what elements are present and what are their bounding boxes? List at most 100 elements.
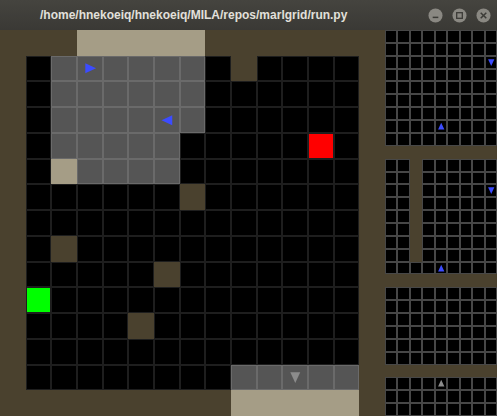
floor-cell [485, 172, 497, 185]
floor-cell [460, 223, 472, 236]
wall-cell [359, 107, 385, 133]
wall-cell [472, 274, 484, 287]
floor-cell [472, 326, 484, 339]
floor-cell [485, 262, 497, 275]
floor-cell [485, 107, 497, 120]
floor-cell [447, 30, 459, 43]
wall-cell [410, 146, 422, 159]
floor-cell [103, 339, 129, 365]
floor-cell [410, 107, 422, 120]
window-title: /home/hnekoeiq/hnekoeiq/MILA/repos/marlg… [40, 8, 428, 22]
wall-cell [359, 236, 385, 262]
floor-cell [397, 287, 409, 300]
wall-cell [410, 274, 422, 287]
floor-cell [422, 159, 434, 172]
wall-cell [154, 390, 180, 416]
floor-cell [385, 313, 397, 326]
wall-cell [460, 146, 472, 159]
lit-wall-cell [77, 30, 103, 56]
floor-cell [397, 30, 409, 43]
floor-cell [472, 339, 484, 352]
floor-cell [485, 287, 497, 300]
floor-cell [397, 81, 409, 94]
floor-cell [257, 339, 283, 365]
floor-cell [447, 262, 459, 275]
lit-wall-cell [308, 390, 334, 416]
wall-cell [359, 184, 385, 210]
wall-cell [180, 390, 206, 416]
wall-cell [359, 159, 385, 185]
floor-cell [257, 236, 283, 262]
wall-cell [397, 274, 409, 287]
floor-cell [447, 120, 459, 133]
wall-cell [334, 30, 360, 56]
floor-cell [128, 262, 154, 288]
floor-cell [472, 159, 484, 172]
floor-cell [472, 223, 484, 236]
floor-cell [460, 81, 472, 94]
lit-floor-cell [128, 56, 154, 82]
floor-cell [460, 313, 472, 326]
wall-cell [447, 365, 459, 378]
lit-floor-cell [154, 81, 180, 107]
floor-cell [410, 56, 422, 69]
floor-cell [26, 133, 52, 159]
floor-cell [397, 120, 409, 133]
floor-cell [460, 210, 472, 223]
lit-wall-cell [334, 390, 360, 416]
wall-cell [410, 197, 422, 210]
floor-cell [26, 184, 52, 210]
floor-cell [257, 159, 283, 185]
wall-cell [397, 146, 409, 159]
floor-cell [385, 184, 397, 197]
minimize-icon[interactable] [428, 8, 443, 23]
lit-floor-cell [128, 107, 154, 133]
floor-cell [485, 236, 497, 249]
floor-cell [231, 262, 257, 288]
floor-cell [435, 120, 447, 133]
floor-cell [485, 69, 497, 82]
floor-cell [472, 56, 484, 69]
wall-cell [257, 30, 283, 56]
wall-cell [128, 390, 154, 416]
floor-cell [422, 223, 434, 236]
lit-floor-cell [128, 133, 154, 159]
wall-cell [422, 146, 434, 159]
floor-cell [77, 365, 103, 391]
floor-cell [385, 159, 397, 172]
lit-floor-cell [103, 107, 129, 133]
floor-cell [472, 377, 484, 390]
wall-cell [0, 184, 26, 210]
floor-cell [472, 403, 484, 416]
wall-cell [359, 56, 385, 82]
floor-cell [397, 184, 409, 197]
wall-cell [435, 365, 447, 378]
lit-floor-cell [180, 56, 206, 82]
floor-cell [447, 339, 459, 352]
main-grid [0, 30, 385, 416]
lit-floor-cell [77, 107, 103, 133]
floor-cell [103, 210, 129, 236]
floor-cell [231, 184, 257, 210]
floor-cell [180, 159, 206, 185]
floor-cell [282, 210, 308, 236]
floor-cell [397, 390, 409, 403]
floor-cell [460, 172, 472, 185]
maximize-icon[interactable] [452, 8, 467, 23]
floor-cell [397, 262, 409, 275]
lit-wall-cell [257, 390, 283, 416]
close-icon[interactable] [476, 8, 491, 23]
floor-cell [385, 94, 397, 107]
floor-cell [485, 184, 497, 197]
floor-cell [231, 159, 257, 185]
lit-floor-cell [51, 133, 77, 159]
floor-cell [410, 120, 422, 133]
floor-cell [410, 81, 422, 94]
floor-cell [410, 352, 422, 365]
floor-cell [460, 159, 472, 172]
floor-cell [205, 287, 231, 313]
floor-cell [397, 377, 409, 390]
floor-cell [282, 287, 308, 313]
wall-cell [485, 274, 497, 287]
floor-cell [435, 172, 447, 185]
